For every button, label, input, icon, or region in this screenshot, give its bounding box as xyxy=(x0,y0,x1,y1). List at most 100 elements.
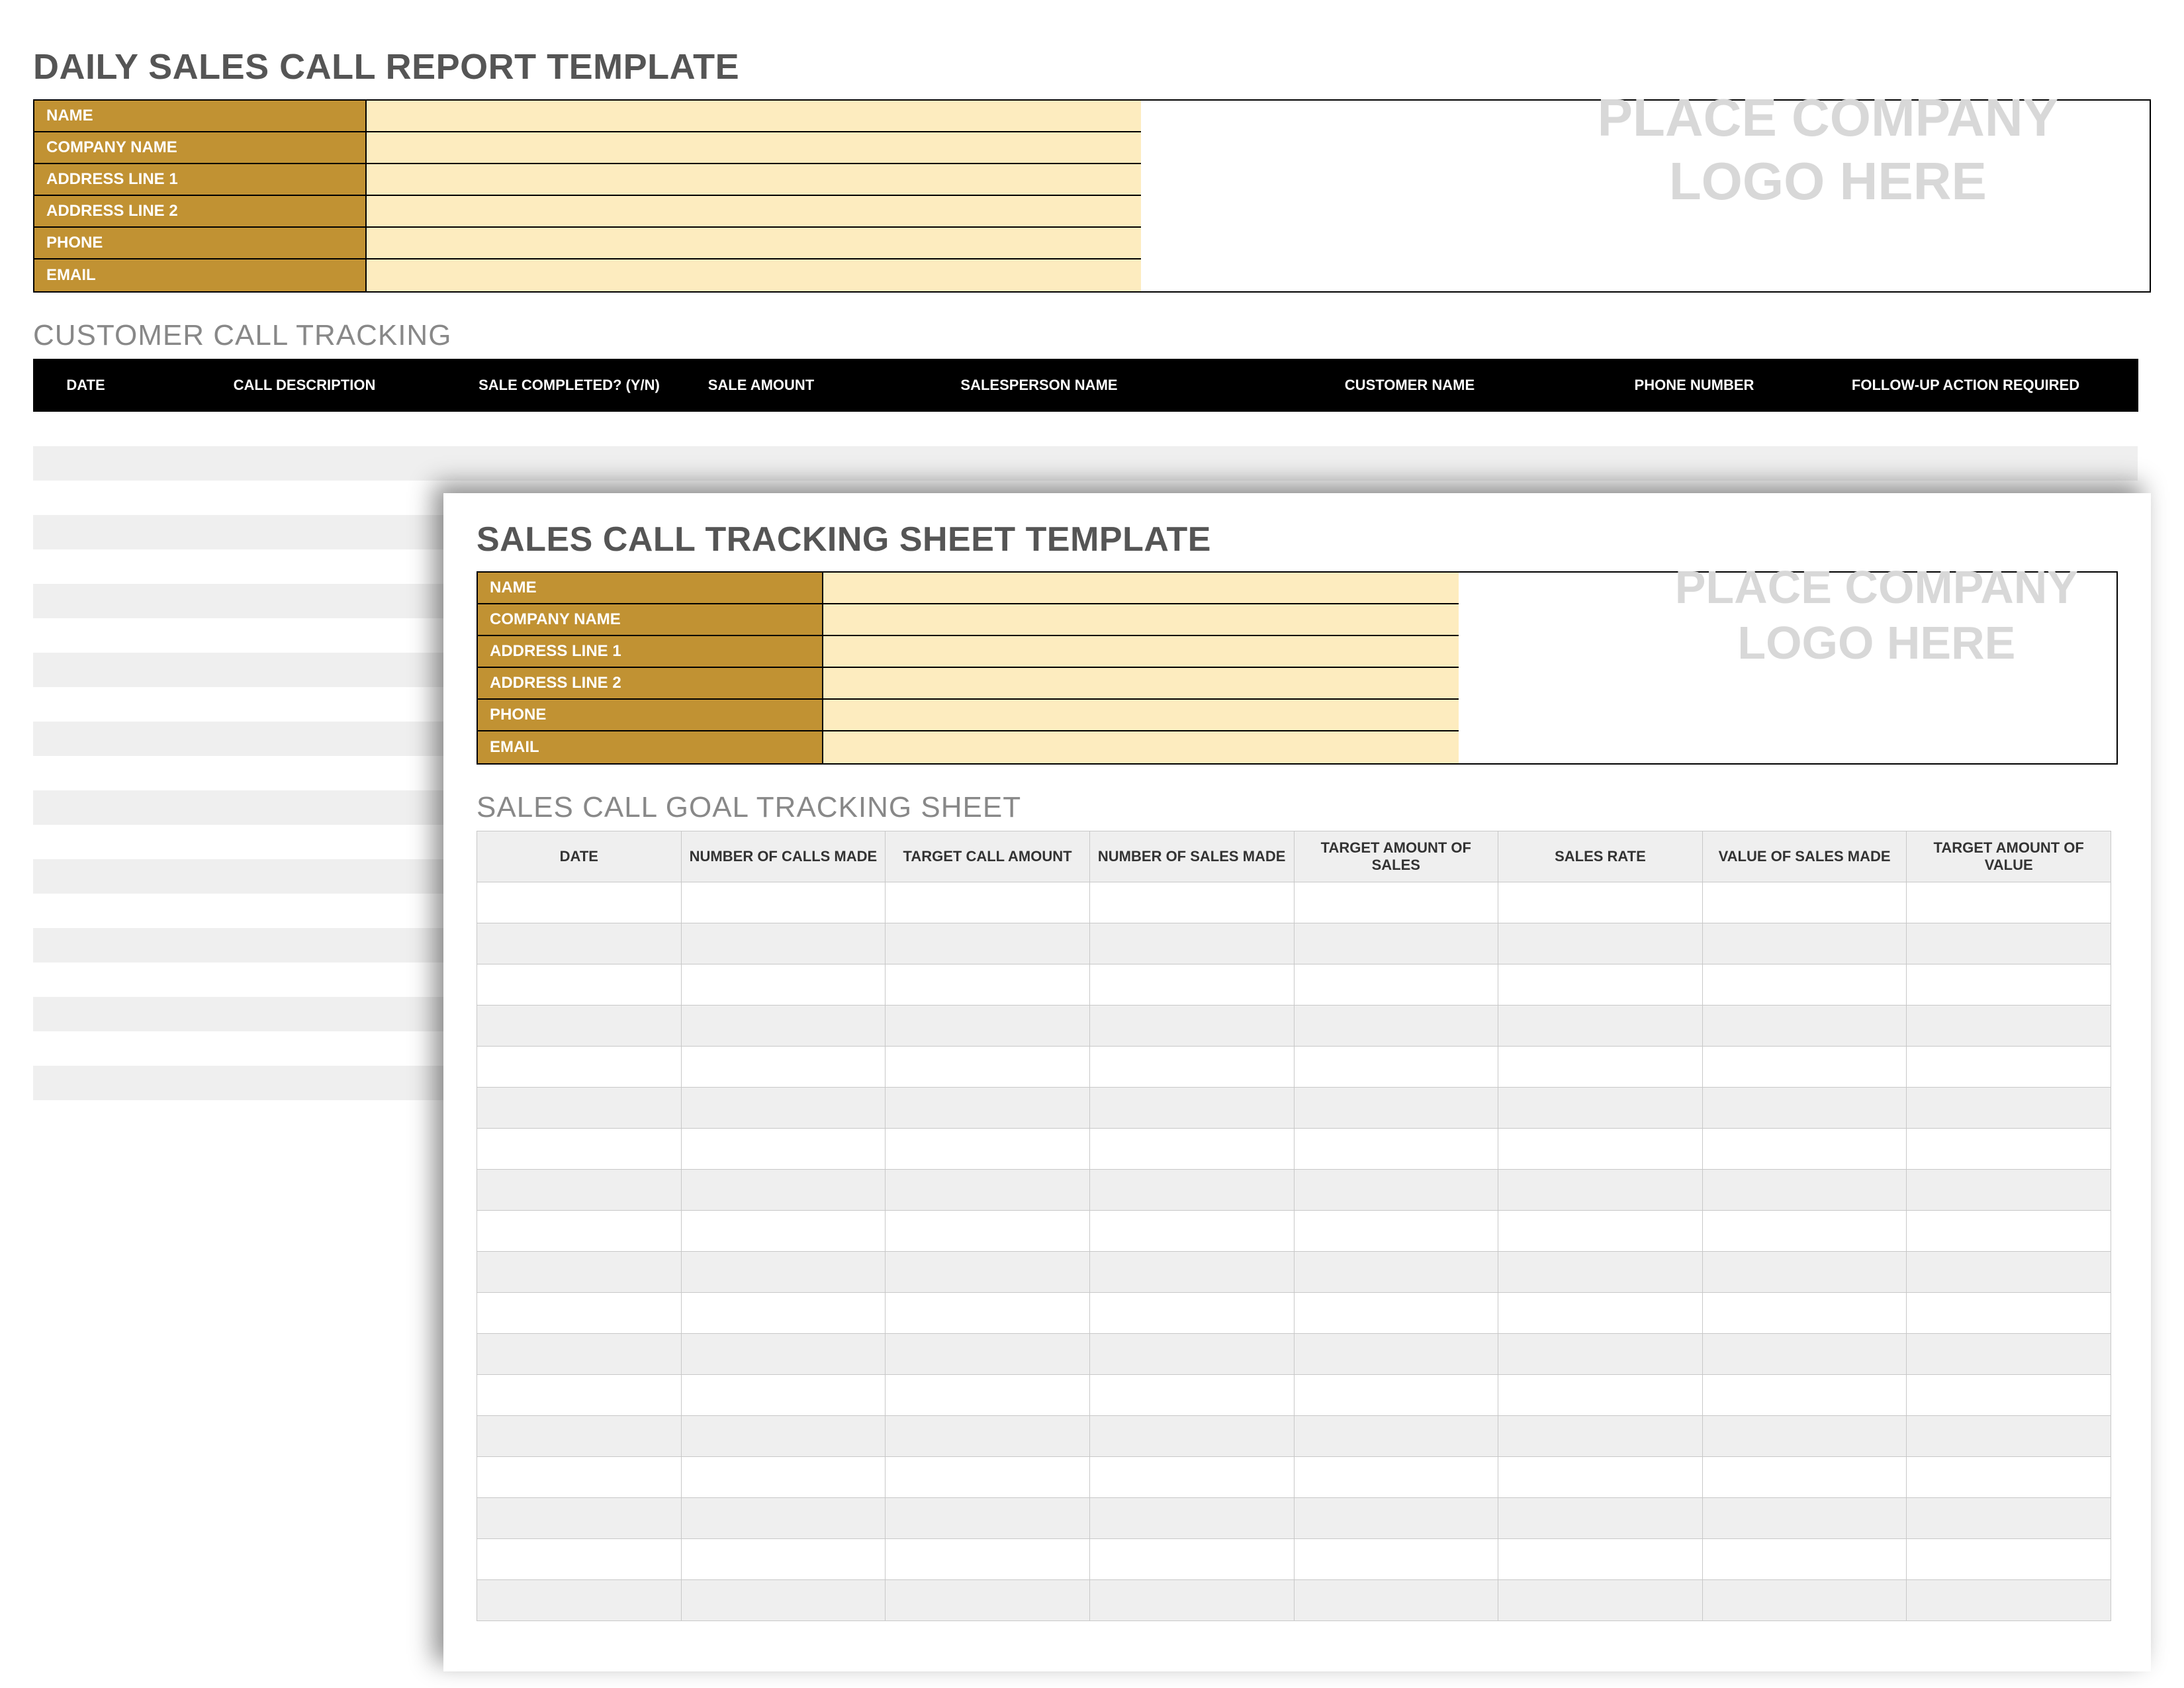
table-cell[interactable] xyxy=(139,653,470,687)
table-cell[interactable] xyxy=(1907,1539,2111,1580)
table-cell[interactable] xyxy=(477,1375,682,1416)
table-cell[interactable] xyxy=(1089,1211,1294,1252)
table-cell[interactable] xyxy=(139,722,470,756)
table-cell[interactable] xyxy=(1294,1047,1498,1088)
table-cell[interactable] xyxy=(33,653,139,687)
table-cell[interactable] xyxy=(1595,446,1794,481)
table-cell[interactable] xyxy=(886,964,1090,1006)
table-cell[interactable] xyxy=(139,446,470,481)
table-cell[interactable] xyxy=(681,1539,886,1580)
table-cell[interactable] xyxy=(681,1293,886,1334)
table-cell[interactable] xyxy=(681,1416,886,1457)
table-cell[interactable] xyxy=(477,1416,682,1457)
table-cell[interactable] xyxy=(668,446,854,481)
table-cell[interactable] xyxy=(1907,964,2111,1006)
table-cell[interactable] xyxy=(1294,1129,1498,1170)
table-cell[interactable] xyxy=(139,825,470,859)
table-cell[interactable] xyxy=(1702,923,1907,964)
table-cell[interactable] xyxy=(886,1457,1090,1498)
table-cell[interactable] xyxy=(1498,1416,1703,1457)
table-cell[interactable] xyxy=(477,1088,682,1129)
table-cell[interactable] xyxy=(886,1334,1090,1375)
table-cell[interactable] xyxy=(1294,1416,1498,1457)
table-cell[interactable] xyxy=(1089,1170,1294,1211)
table-cell[interactable] xyxy=(886,1416,1090,1457)
table-cell[interactable] xyxy=(1702,1047,1907,1088)
table-cell[interactable] xyxy=(1907,1006,2111,1047)
table-cell[interactable] xyxy=(139,481,470,515)
table-cell[interactable] xyxy=(477,1293,682,1334)
table-cell[interactable] xyxy=(1702,1170,1907,1211)
table-cell[interactable] xyxy=(33,515,139,549)
table-cell[interactable] xyxy=(1089,1006,1294,1047)
table-cell[interactable] xyxy=(477,1334,682,1375)
table-cell[interactable] xyxy=(477,1211,682,1252)
front-info-input[interactable] xyxy=(823,604,1459,636)
table-cell[interactable] xyxy=(33,481,139,515)
table-cell[interactable] xyxy=(477,964,682,1006)
table-cell[interactable] xyxy=(1498,1047,1703,1088)
table-cell[interactable] xyxy=(33,722,139,756)
table-cell[interactable] xyxy=(668,412,854,446)
table-cell[interactable] xyxy=(33,687,139,722)
table-cell[interactable] xyxy=(1498,882,1703,923)
table-cell[interactable] xyxy=(1089,1375,1294,1416)
table-cell[interactable] xyxy=(1907,1457,2111,1498)
table-cell[interactable] xyxy=(1907,1416,2111,1457)
table-cell[interactable] xyxy=(1294,1580,1498,1621)
table-cell[interactable] xyxy=(477,1170,682,1211)
table-cell[interactable] xyxy=(681,1252,886,1293)
table-cell[interactable] xyxy=(139,1031,470,1066)
table-cell[interactable] xyxy=(1294,1498,1498,1539)
table-cell[interactable] xyxy=(1089,923,1294,964)
table-cell[interactable] xyxy=(681,882,886,923)
table-cell[interactable] xyxy=(139,962,470,997)
front-info-input[interactable] xyxy=(823,636,1459,668)
table-cell[interactable] xyxy=(1498,1129,1703,1170)
table-cell[interactable] xyxy=(1702,1252,1907,1293)
front-info-input[interactable] xyxy=(823,668,1459,700)
table-cell[interactable] xyxy=(477,1129,682,1170)
table-cell[interactable] xyxy=(886,1375,1090,1416)
table-cell[interactable] xyxy=(33,756,139,790)
table-cell[interactable] xyxy=(1498,1580,1703,1621)
table-cell[interactable] xyxy=(470,446,668,481)
table-cell[interactable] xyxy=(470,412,668,446)
table-cell[interactable] xyxy=(139,928,470,962)
back-info-input[interactable] xyxy=(367,228,1141,259)
back-info-input[interactable] xyxy=(367,132,1141,164)
table-cell[interactable] xyxy=(139,412,470,446)
table-cell[interactable] xyxy=(1702,1416,1907,1457)
table-cell[interactable] xyxy=(1907,1047,2111,1088)
table-cell[interactable] xyxy=(681,964,886,1006)
table-cell[interactable] xyxy=(1089,1129,1294,1170)
table-cell[interactable] xyxy=(1907,882,2111,923)
table-cell[interactable] xyxy=(886,923,1090,964)
table-cell[interactable] xyxy=(1089,882,1294,923)
table-cell[interactable] xyxy=(1702,1375,1907,1416)
table-cell[interactable] xyxy=(1294,882,1498,923)
table-cell[interactable] xyxy=(1702,964,1907,1006)
table-cell[interactable] xyxy=(1498,964,1703,1006)
table-cell[interactable] xyxy=(139,894,470,928)
table-cell[interactable] xyxy=(1702,1539,1907,1580)
back-info-input[interactable] xyxy=(367,101,1141,132)
table-cell[interactable] xyxy=(1794,412,2138,446)
table-cell[interactable] xyxy=(1907,1375,2111,1416)
table-cell[interactable] xyxy=(1089,1580,1294,1621)
table-cell[interactable] xyxy=(1907,1293,2111,1334)
table-cell[interactable] xyxy=(477,1539,682,1580)
table-cell[interactable] xyxy=(1498,1375,1703,1416)
table-cell[interactable] xyxy=(33,584,139,618)
table-cell[interactable] xyxy=(1702,1580,1907,1621)
table-cell[interactable] xyxy=(139,997,470,1031)
table-cell[interactable] xyxy=(1498,1457,1703,1498)
table-cell[interactable] xyxy=(33,446,139,481)
table-cell[interactable] xyxy=(1498,1170,1703,1211)
table-cell[interactable] xyxy=(1089,1047,1294,1088)
table-cell[interactable] xyxy=(1224,412,1595,446)
table-cell[interactable] xyxy=(139,687,470,722)
table-cell[interactable] xyxy=(886,1539,1090,1580)
table-cell[interactable] xyxy=(1794,446,2138,481)
back-info-input[interactable] xyxy=(367,259,1141,291)
